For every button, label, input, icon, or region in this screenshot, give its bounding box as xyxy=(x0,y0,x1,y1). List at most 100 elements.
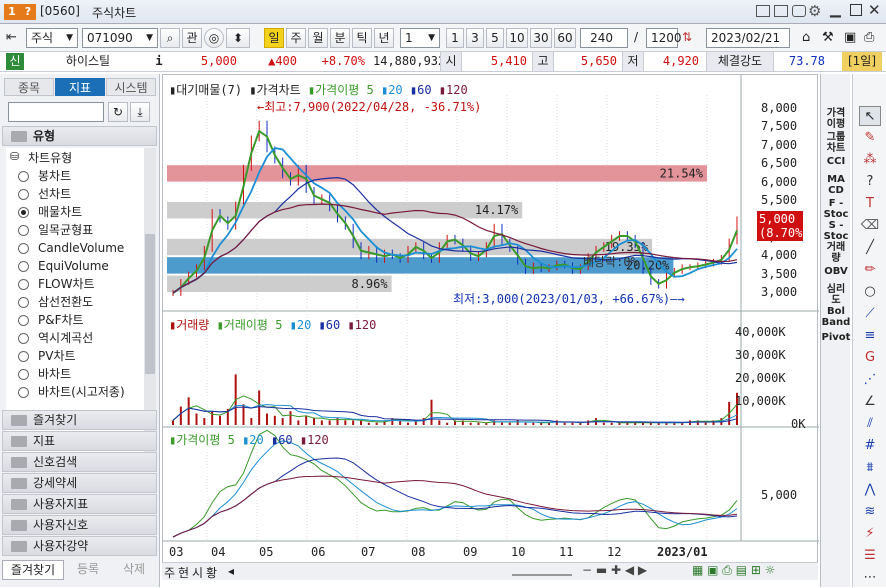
tab-market[interactable]: 시 xyxy=(192,564,203,581)
info-icon[interactable]: i xyxy=(152,52,166,71)
radio-icon[interactable] xyxy=(18,279,29,290)
help-icon[interactable]: ? xyxy=(20,4,36,20)
gann-icon[interactable]: G xyxy=(859,348,881,368)
zoom-slider[interactable] xyxy=(512,567,572,576)
tree-root-label[interactable]: 차트유형 xyxy=(28,149,72,166)
chart-type-item[interactable]: FLOW차트 xyxy=(18,276,95,293)
link-icon[interactable] xyxy=(756,5,770,17)
chart-type-item[interactable]: P&F차트 xyxy=(18,312,84,329)
count-select[interactable]: 1 ▼ xyxy=(400,28,440,48)
stoc-fast-shortcut[interactable]: F - Stoc xyxy=(821,198,851,220)
tab-current[interactable]: 현 xyxy=(178,564,189,581)
period-month[interactable]: 월 xyxy=(308,28,328,48)
stock-name[interactable]: 하이스틸 xyxy=(28,52,148,71)
refresh-button[interactable]: ↻ xyxy=(108,102,128,122)
export-excel-icon[interactable]: ▦ ▣ ⎙ ▤ ⊞ ☼ xyxy=(692,563,776,578)
radio-icon[interactable] xyxy=(18,369,29,380)
period-year[interactable]: 년 xyxy=(374,28,394,48)
step-3[interactable]: 3 xyxy=(466,28,484,48)
radio-icon[interactable] xyxy=(18,243,29,254)
search-button[interactable]: ⌕ xyxy=(160,28,180,48)
chart-type-item[interactable]: 선차트 xyxy=(18,186,71,203)
zoom-controls-icon[interactable]: − ▬ ✚ ◀ ▶ xyxy=(582,563,647,577)
step-10[interactable]: 10 xyxy=(506,28,528,48)
step-30[interactable]: 30 xyxy=(530,28,552,48)
fan-icon[interactable]: ⋰ xyxy=(859,370,881,390)
group-chart-shortcut[interactable]: 그룹 차트 xyxy=(821,132,851,154)
minimize-icon[interactable]: ▁ xyxy=(830,2,841,18)
copy-icon[interactable] xyxy=(774,5,788,17)
category-row[interactable]: 사용자강약 xyxy=(2,536,157,556)
channel-icon[interactable]: ≡ xyxy=(859,326,881,346)
section-type[interactable]: 유형 xyxy=(2,126,157,146)
chart-type-item[interactable]: PV차트 xyxy=(18,348,76,365)
camera-icon[interactable] xyxy=(792,5,806,17)
date-input[interactable]: 2023/02/21▼ xyxy=(706,28,790,61)
period-minute[interactable]: 분 xyxy=(330,28,350,48)
chart-type-item[interactable]: 삼선전환도 xyxy=(18,294,93,311)
bollinger-shortcut[interactable]: Bol Band xyxy=(821,306,851,328)
pivot-shortcut[interactable]: Pivot xyxy=(821,332,851,343)
eraser-icon[interactable]: ⌫ xyxy=(859,216,881,236)
chart-type-item[interactable]: 역시계곡선 xyxy=(18,330,93,347)
volume-shortcut[interactable]: 거래 량 xyxy=(821,242,851,264)
color-picker-icon[interactable]: ✎ xyxy=(859,128,881,148)
macd-shortcut[interactable]: MA CD xyxy=(821,174,851,196)
maximize-icon[interactable] xyxy=(850,4,862,16)
pencil-icon[interactable]: ✏ xyxy=(859,260,881,280)
total-count-input[interactable]: 1200 xyxy=(646,28,682,48)
period-tick[interactable]: 틱 xyxy=(352,28,372,48)
ma-price-shortcut[interactable]: 가격 이평 xyxy=(821,108,851,130)
step-5[interactable]: 5 xyxy=(486,28,504,48)
market-select[interactable]: 주식 ▼ xyxy=(26,28,78,48)
auto-icon[interactable]: ⚡ xyxy=(859,524,881,544)
tab-week[interactable]: 주 xyxy=(164,564,175,581)
step-60[interactable]: 60 xyxy=(554,28,576,48)
chart-type-item[interactable]: 매물차트 xyxy=(18,204,82,221)
psy-shortcut[interactable]: 심리 도 xyxy=(821,284,851,306)
radio-icon[interactable] xyxy=(18,351,29,362)
scroll-left-icon[interactable]: ◂ xyxy=(228,564,234,578)
category-row[interactable]: 신호검색 xyxy=(2,452,157,472)
help-draw-icon[interactable]: ? xyxy=(859,172,881,192)
circle-icon[interactable]: ○ xyxy=(859,282,881,302)
home-icon[interactable]: ⌂ xyxy=(802,30,810,45)
radio-icon[interactable] xyxy=(18,297,29,308)
radio-icon[interactable] xyxy=(18,171,29,182)
close-icon[interactable]: ✕ xyxy=(868,1,881,19)
radio-icon[interactable] xyxy=(18,387,29,398)
code-input[interactable]: 071090 ▼ xyxy=(82,28,158,48)
period-week[interactable]: 주 xyxy=(286,28,306,48)
view-count-input[interactable]: 240 xyxy=(580,28,628,48)
category-row[interactable]: 사용자지표 xyxy=(2,494,157,514)
scroll-thumb[interactable] xyxy=(145,234,155,374)
arrows-icon[interactable]: ⇅ xyxy=(682,30,692,44)
all-icon[interactable]: ⁂ xyxy=(859,150,881,170)
retrace-icon[interactable]: ☰ xyxy=(859,546,881,566)
radio-icon[interactable] xyxy=(18,225,29,236)
chart-type-item[interactable]: 바차트 xyxy=(18,366,71,383)
line-icon[interactable]: ╱ xyxy=(859,238,881,258)
step-1[interactable]: 1 xyxy=(446,28,464,48)
relation-button[interactable]: 관 xyxy=(182,28,202,48)
fibonacci-icon[interactable]: ⩩ xyxy=(859,458,881,478)
grid-icon[interactable]: # xyxy=(859,436,881,456)
category-row[interactable]: 지표 xyxy=(2,431,157,451)
tab-stocks[interactable]: 종목 xyxy=(4,78,54,96)
cycle-icon[interactable]: ≋ xyxy=(859,502,881,522)
chart-area[interactable]: 8.96% 20.20% 19.35% 14.17% 21.54% ▮대기매물(7) ▮… xyxy=(162,74,819,577)
parallel-icon[interactable]: ⫽ xyxy=(859,414,881,434)
radio-icon[interactable] xyxy=(18,315,29,326)
chart-type-item[interactable]: 일목균형표 xyxy=(18,222,93,239)
cursor-icon[interactable]: ↖ xyxy=(859,106,881,126)
zigzag-icon[interactable]: ⋀ xyxy=(859,480,881,500)
text-icon[interactable]: T xyxy=(859,194,881,214)
sync-button[interactable]: ◎ xyxy=(204,28,224,48)
print-icon[interactable]: ⎙ xyxy=(864,30,874,45)
radio-icon[interactable] xyxy=(18,333,29,344)
category-row[interactable]: 강세약세 xyxy=(2,473,157,493)
delete-button[interactable]: 삭제 xyxy=(112,560,156,578)
radio-icon[interactable] xyxy=(18,261,29,272)
tab-favorites[interactable]: 즐겨찾기 xyxy=(2,560,64,580)
chart-type-item[interactable]: EquiVolume xyxy=(18,258,109,275)
